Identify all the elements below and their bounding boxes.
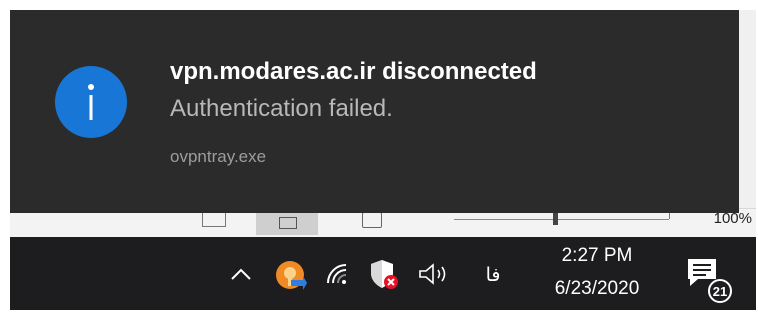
toast-source-app: ovpntray.exe bbox=[170, 147, 267, 166]
zoom-slider-thumb[interactable] bbox=[553, 211, 558, 225]
wifi-icon[interactable] bbox=[322, 259, 356, 289]
taskbar-clock[interactable]: 2:27 PM 6/23/2020 bbox=[532, 243, 662, 303]
action-center-button[interactable]: 21 bbox=[686, 257, 732, 303]
speaker-icon[interactable] bbox=[415, 259, 455, 289]
zoom-slider-tick bbox=[669, 213, 670, 219]
input-language-indicator[interactable]: فا bbox=[478, 261, 508, 289]
clock-time: 2:27 PM bbox=[561, 245, 633, 266]
web-layout-icon[interactable] bbox=[362, 212, 382, 228]
security-shield-icon[interactable] bbox=[369, 257, 399, 291]
toast-notification[interactable]: vpn.modares.ac.ir disconnected Authentic… bbox=[10, 10, 739, 213]
toast-message: Authentication failed. bbox=[170, 95, 393, 122]
toast-title: vpn.modares.ac.ir disconnected bbox=[170, 58, 537, 85]
info-icon bbox=[55, 66, 127, 138]
zoom-slider-track[interactable] bbox=[454, 219, 669, 220]
openvpn-gui-icon[interactable] bbox=[272, 257, 308, 293]
taskbar: فا 2:27 PM 6/23/2020 21 bbox=[10, 237, 756, 310]
read-mode-icon[interactable] bbox=[202, 212, 226, 227]
screen: 100% فا 2:27 PM 6/23/2020 21 vpn.modares… bbox=[10, 10, 756, 310]
notification-count-badge: 21 bbox=[708, 279, 732, 303]
chevron-up-icon[interactable] bbox=[226, 259, 256, 289]
clock-date: 6/23/2020 bbox=[554, 278, 640, 299]
